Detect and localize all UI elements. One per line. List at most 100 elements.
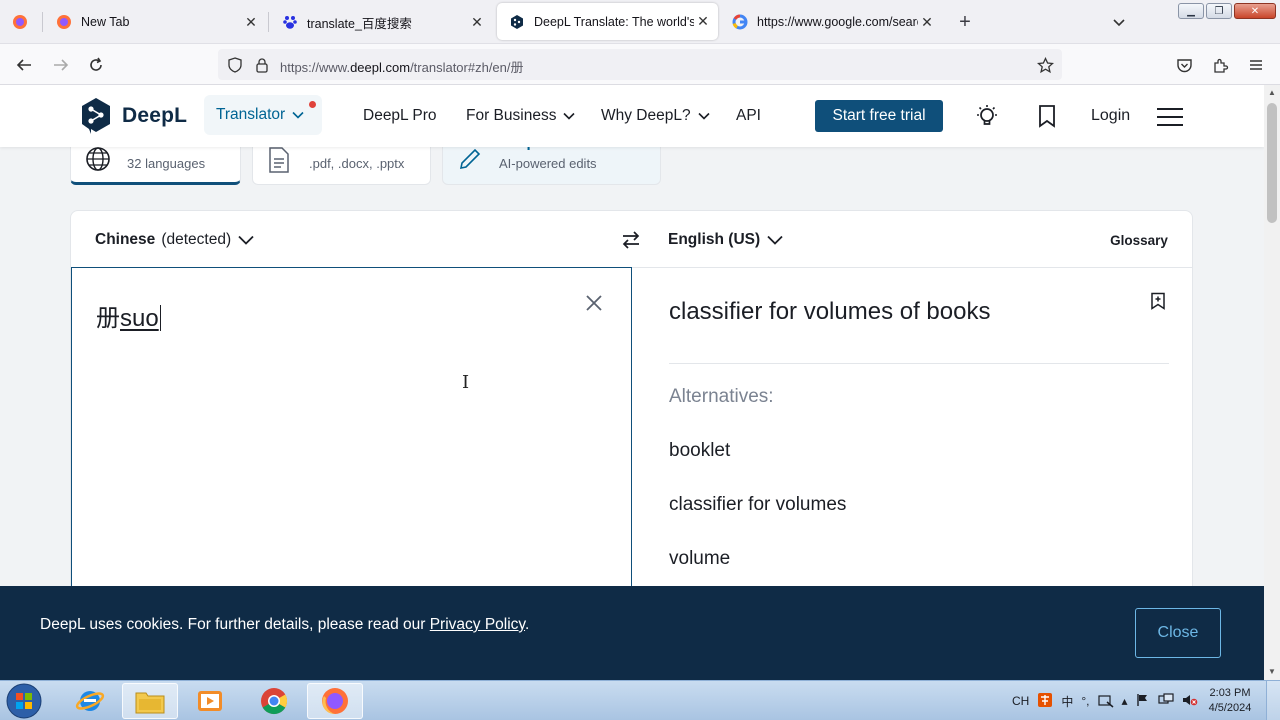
swap-languages-icon[interactable] xyxy=(620,229,642,257)
tab-close-icon[interactable]: ✕ xyxy=(242,14,260,31)
tab-close-icon[interactable]: ✕ xyxy=(694,13,712,30)
ime-chinese-indicator[interactable]: 中 xyxy=(1061,693,1073,710)
url-bar[interactable]: https://www.deepl.com/translator#zh/en/册 xyxy=(218,49,1062,80)
lightbulb-icon[interactable] xyxy=(974,103,1000,134)
nav-why-deepl[interactable]: Why DeepL? xyxy=(601,107,711,125)
clock-date: 4/5/2024 xyxy=(1208,702,1252,714)
translator-menu[interactable]: Translator xyxy=(204,95,322,135)
text-caret xyxy=(159,305,161,331)
pencil-icon xyxy=(457,146,483,177)
privacy-policy-link[interactable]: Privacy Policy xyxy=(430,616,525,633)
show-desktop-button[interactable] xyxy=(1266,681,1280,720)
chevron-down-icon xyxy=(563,112,576,120)
tab-title: New Tab xyxy=(81,15,130,29)
windows-start-button[interactable] xyxy=(4,682,44,720)
app-menu-hamburger-icon[interactable] xyxy=(1245,54,1267,76)
firefox-menu-icon[interactable] xyxy=(9,11,31,33)
divider xyxy=(669,363,1169,364)
bookmark-star-icon[interactable] xyxy=(1034,54,1056,76)
chevron-down-icon xyxy=(767,235,783,245)
scroll-down-arrow-icon[interactable]: ▼ xyxy=(1264,664,1280,680)
scroll-thumb[interactable] xyxy=(1267,103,1277,223)
input-language-indicator[interactable]: CH xyxy=(1012,694,1029,708)
source-text[interactable]: 册suo xyxy=(96,298,161,333)
new-tab-plus-icon[interactable]: + xyxy=(954,11,976,33)
tab-close-icon[interactable]: ✕ xyxy=(918,14,936,31)
start-free-trial-button[interactable]: Start free trial xyxy=(815,100,943,132)
clock-time: 2:03 PM xyxy=(1209,687,1251,699)
pocket-icon[interactable] xyxy=(1173,54,1195,76)
file-explorer-icon[interactable] xyxy=(122,683,178,719)
reload-icon[interactable] xyxy=(85,54,107,76)
ime-composition-text: suo xyxy=(120,305,159,332)
tab-google[interactable]: https://www.google.com/searc ✕ xyxy=(720,0,942,44)
extensions-icon[interactable] xyxy=(1209,54,1231,76)
window-close-icon[interactable]: ✕ xyxy=(1234,3,1276,19)
scroll-up-arrow-icon[interactable]: ▲ xyxy=(1264,85,1280,101)
punctuation-mode-icon[interactable]: °, xyxy=(1081,694,1089,708)
nav-deepl-pro[interactable]: DeepL Pro xyxy=(363,107,437,125)
chevron-down-icon xyxy=(698,112,710,120)
ime-mode-icon[interactable] xyxy=(1037,692,1053,711)
alternatives-label: Alternatives: xyxy=(669,386,774,407)
deepl-icon xyxy=(509,14,525,30)
mode-subtitle: .pdf, .docx, .pptx xyxy=(309,156,405,171)
translator-label: Translator xyxy=(216,106,286,123)
deepl-header: DeepL Translator DeepL Pro For Business … xyxy=(0,85,1264,147)
network-icon[interactable] xyxy=(1157,692,1174,710)
cookie-message: DeepL uses cookies. For further details,… xyxy=(40,616,530,633)
cookie-close-button[interactable]: Close xyxy=(1135,608,1221,658)
source-language-select[interactable]: Chinese (detected) xyxy=(95,231,255,249)
translated-text[interactable]: classifier for volumes of books xyxy=(669,298,990,326)
login-link[interactable]: Login xyxy=(1091,107,1130,125)
restore-icon[interactable]: ❐ xyxy=(1206,3,1232,19)
save-translation-icon[interactable] xyxy=(1150,292,1166,315)
mode-subtitle: 32 languages xyxy=(127,156,206,171)
internet-explorer-icon[interactable] xyxy=(62,683,118,719)
nav-api[interactable]: API xyxy=(736,107,761,125)
tab-deepl[interactable]: DeepL Translate: The world's m ✕ xyxy=(497,3,718,40)
browser-nav-bar: https://www.deepl.com/translator#zh/en/册 xyxy=(0,44,1280,85)
tracking-shield-icon[interactable] xyxy=(224,54,246,76)
alternative-item[interactable]: classifier for volumes xyxy=(669,494,846,516)
list-all-tabs-chevron-icon[interactable] xyxy=(1108,11,1130,33)
ime-settings-icon[interactable] xyxy=(1097,692,1114,711)
clear-text-icon[interactable] xyxy=(585,292,603,318)
alternative-item[interactable]: booklet xyxy=(669,440,730,462)
document-icon xyxy=(267,146,291,179)
language-bar: Chinese (detected) English (US) Glossary xyxy=(71,211,1192,268)
tab-title: DeepL Translate: The world's m xyxy=(534,14,694,29)
tab-baidu[interactable]: translate_百度搜索 ✕ xyxy=(270,0,492,44)
chrome-icon[interactable] xyxy=(246,683,302,719)
saved-bookmark-icon[interactable] xyxy=(1036,104,1058,133)
media-player-icon[interactable] xyxy=(182,683,238,719)
globe-icon xyxy=(85,146,111,177)
google-icon xyxy=(732,14,748,30)
system-clock[interactable]: 2:03 PM 4/5/2024 xyxy=(1200,686,1260,716)
glossary-button[interactable]: Glossary xyxy=(1098,225,1180,256)
alternative-item[interactable]: volume xyxy=(669,548,730,570)
windows-taskbar: CH 中 °, ▴ 2:03 PM 4/5/2024 xyxy=(0,680,1280,720)
nav-for-business[interactable]: For Business xyxy=(466,107,576,125)
target-language-select[interactable]: English (US) xyxy=(668,231,784,249)
browser-tab-bar: New Tab ✕ translate_百度搜索 ✕ DeepL Transla… xyxy=(0,0,1280,44)
deepl-page: DeepL Translator DeepL Pro For Business … xyxy=(0,85,1264,680)
hamburger-menu-icon[interactable] xyxy=(1156,107,1184,132)
tray-expand-icon[interactable]: ▴ xyxy=(1122,694,1128,708)
lock-icon[interactable] xyxy=(251,54,273,76)
logo-text: DeepL xyxy=(122,104,188,127)
deepl-logo[interactable]: DeepL xyxy=(80,97,187,135)
firefox-icon xyxy=(56,14,72,30)
url-text[interactable]: https://www.deepl.com/translator#zh/en/册 xyxy=(280,57,524,76)
tab-new-tab[interactable]: New Tab ✕ xyxy=(44,0,266,44)
page-scrollbar[interactable]: ▲ ▼ xyxy=(1264,85,1280,680)
back-arrow-icon[interactable] xyxy=(13,54,35,76)
firefox-taskbar-icon[interactable] xyxy=(307,683,363,719)
mode-subtitle: AI-powered edits xyxy=(499,156,597,171)
volume-muted-icon[interactable] xyxy=(1182,693,1198,710)
action-center-flag-icon[interactable] xyxy=(1136,693,1150,710)
forward-arrow-icon[interactable] xyxy=(50,54,72,76)
minimize-icon[interactable]: ▁ xyxy=(1178,3,1204,19)
tab-title: https://www.google.com/searc xyxy=(757,15,918,29)
tab-close-icon[interactable]: ✕ xyxy=(468,14,486,31)
